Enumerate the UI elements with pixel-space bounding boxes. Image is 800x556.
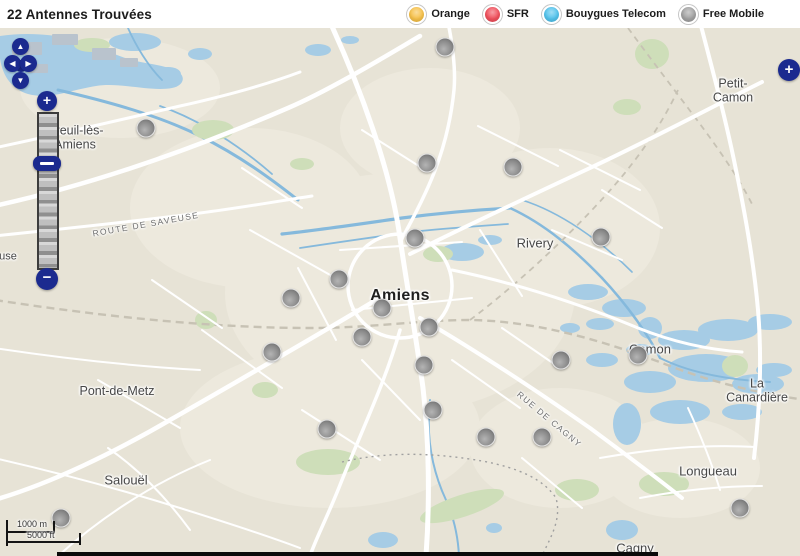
sfr-marker-icon (483, 5, 502, 24)
scale-imperial-tick (79, 533, 81, 545)
scale-metric-label: 1000 m (17, 519, 47, 529)
free-marker-icon (679, 5, 698, 24)
legend-item-sfr[interactable]: SFR (483, 5, 529, 24)
antenna-marker[interactable] (552, 351, 571, 370)
arrow-left-icon: ◀ (9, 59, 15, 68)
antenna-marker[interactable] (424, 401, 443, 420)
arrow-right-icon: ▶ (25, 59, 31, 68)
antenna-marker[interactable] (353, 328, 372, 347)
antenna-marker[interactable] (330, 270, 349, 289)
legend-item-orange[interactable]: Orange (407, 5, 470, 24)
antenna-marker[interactable] (406, 229, 425, 248)
zoom-out-button[interactable]: − (36, 268, 58, 290)
antenna-marker[interactable] (436, 38, 455, 57)
scale-bar: 1000 m 5000 ft (6, 520, 96, 552)
pan-control: ▲ ◀ ▶ ▼ (0, 30, 48, 98)
antenna-marker[interactable] (418, 154, 437, 173)
bouygues-marker-icon (542, 5, 561, 24)
legend-label: Free Mobile (703, 8, 764, 20)
arrow-down-icon: ▼ (17, 76, 25, 85)
page-title: 22 Antennes Trouvées (7, 7, 152, 22)
arrow-up-icon: ▲ (17, 42, 25, 51)
antenna-marker[interactable] (415, 356, 434, 375)
antenna-marker[interactable] (592, 228, 611, 247)
scale-imperial-line (6, 541, 81, 543)
antenna-marker[interactable] (420, 318, 439, 337)
zoom-slider-track[interactable] (37, 112, 59, 270)
header: 22 Antennes Trouvées Orange SFR Bouygues T… (0, 0, 800, 28)
map-canvas[interactable]: ▲ ◀ ▶ ▼ + − + 1000 m 5000 ft Dreuil-lès-… (0, 28, 800, 556)
legend-label: Orange (431, 8, 470, 20)
antenna-marker[interactable] (504, 158, 523, 177)
zoom-slider-handle[interactable] (33, 156, 61, 171)
scale-imperial-label: 5000 ft (27, 530, 55, 540)
antenna-marker[interactable] (533, 428, 552, 447)
antenna-marker[interactable] (282, 289, 301, 308)
legend-label: SFR (507, 8, 529, 20)
antenna-marker[interactable] (731, 499, 750, 518)
antenna-marker[interactable] (477, 428, 496, 447)
antenna-marker[interactable] (137, 119, 156, 138)
legend-item-bouygues[interactable]: Bouygues Telecom (542, 5, 666, 24)
legend-item-free[interactable]: Free Mobile (679, 5, 764, 24)
antenna-marker[interactable] (318, 420, 337, 439)
map-decor (0, 28, 800, 556)
legend-label: Bouygues Telecom (566, 8, 666, 20)
legend: Orange SFR Bouygues Telecom Free Mobile (407, 5, 764, 24)
pan-left-button[interactable]: ◀ (4, 55, 21, 72)
zoom-in-button[interactable]: + (37, 91, 57, 111)
zoom-in-button-right[interactable]: + (778, 59, 800, 81)
orange-marker-icon (407, 5, 426, 24)
antenna-map-app: 22 Antennes Trouvées Orange SFR Bouygues T… (0, 0, 800, 556)
footer-strip (57, 552, 658, 556)
handle-bar-icon (40, 162, 54, 165)
antenna-marker[interactable] (373, 299, 392, 318)
pan-up-button[interactable]: ▲ (12, 38, 29, 55)
antenna-marker[interactable] (263, 343, 282, 362)
pan-down-button[interactable]: ▼ (12, 72, 29, 89)
pan-right-button[interactable]: ▶ (20, 55, 37, 72)
antenna-marker[interactable] (629, 346, 648, 365)
